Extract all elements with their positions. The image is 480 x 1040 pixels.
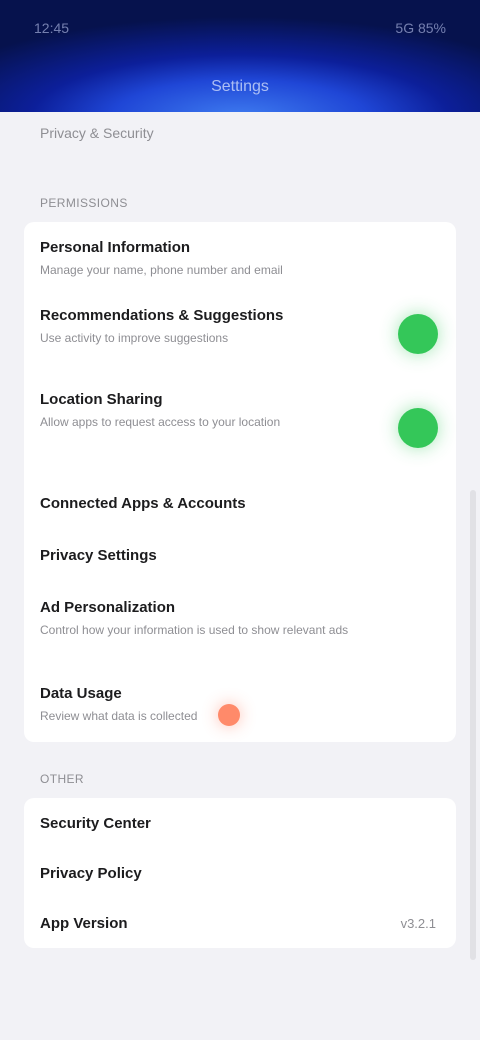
setting-title: Personal Information — [40, 239, 191, 256]
setting-title: Privacy Policy — [40, 865, 142, 882]
section-label-other: OTHER — [40, 772, 84, 786]
setting-privacy[interactable]: Privacy Settings — [40, 546, 440, 566]
setting-security-center[interactable]: Security Center — [40, 814, 440, 834]
setting-title: Ad Personalization — [40, 599, 176, 616]
setting-recommendations: Recommendations & Suggestions Use activi… — [40, 306, 366, 346]
setting-location-sharing: Location Sharing Allow apps to request a… — [40, 390, 366, 430]
status-bar: 12:45 5G 85% — [0, 16, 480, 40]
setting-personal-information[interactable]: Personal Information Manage your name, p… — [40, 238, 440, 278]
setting-title: Recommendations & Suggestions — [40, 307, 284, 324]
setting-privacy-policy[interactable]: Privacy Policy — [40, 864, 440, 884]
location-sharing-toggle[interactable] — [398, 408, 438, 448]
setting-title: Location Sharing — [40, 391, 163, 408]
setting-description: Control how your information is used to … — [40, 623, 349, 637]
setting-title: Data Usage — [40, 685, 122, 702]
other-card: Security Center Privacy Policy App Versi… — [24, 798, 456, 948]
setting-title: Connected Apps & Accounts — [40, 495, 246, 512]
status-time: 12:45 — [34, 20, 70, 36]
header-banner: 12:45 5G 85% Settings — [0, 0, 480, 112]
setting-app-version[interactable]: App Version — [40, 914, 440, 934]
setting-title: Security Center — [40, 815, 151, 832]
scrollbar[interactable] — [470, 490, 476, 960]
setting-description: Manage your name, phone number and email — [40, 263, 283, 277]
recommendations-toggle[interactable] — [398, 314, 438, 354]
app-version-value: v3.2.1 — [400, 916, 436, 931]
setting-title: App Version — [40, 915, 128, 932]
status-indicators: 5G 85% — [395, 20, 446, 36]
page-subtitle: Privacy & Security — [40, 125, 154, 141]
setting-data-usage[interactable]: Data Usage Review what data is collected — [40, 684, 440, 724]
setting-description: Review what data is collected — [40, 709, 198, 723]
permissions-card: Personal Information Manage your name, p… — [24, 222, 456, 742]
setting-description: Allow apps to request access to your loc… — [40, 415, 281, 429]
alert-dot-icon — [218, 704, 240, 726]
section-label-permissions: PERMISSIONS — [40, 196, 128, 210]
setting-ad-personalization[interactable]: Ad Personalization Control how your info… — [40, 598, 440, 638]
page-title: Settings — [211, 78, 269, 95]
setting-description: Use activity to improve suggestions — [40, 331, 229, 345]
setting-title: Privacy Settings — [40, 547, 157, 564]
setting-connected-apps[interactable]: Connected Apps & Accounts — [40, 494, 440, 514]
